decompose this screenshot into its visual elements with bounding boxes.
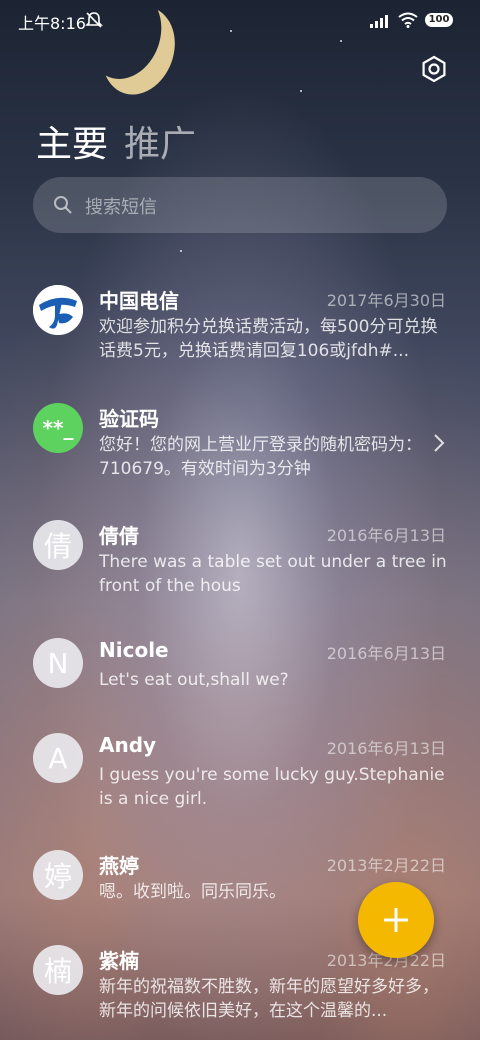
- list-item[interactable]: A Andy 2016年6月13日 I guess you're some lu…: [0, 733, 480, 813]
- message-date: 2017年6月30日: [326, 291, 446, 310]
- message-preview: 您好！您的网上营业厅登录的随机密码为：710679。有效时间为3分钟: [99, 435, 422, 479]
- message-date: 2016年6月13日: [326, 644, 446, 663]
- tab-promotions[interactable]: 推广: [124, 124, 196, 165]
- avatar: **_: [33, 403, 83, 453]
- message-date: 2016年6月13日: [326, 526, 446, 545]
- search-input[interactable]: 搜索短信: [85, 193, 157, 219]
- list-item[interactable]: N Nicole 2016年6月13日 Let's eat out,shall …: [0, 638, 480, 698]
- sender-name: 燕婷: [99, 854, 139, 878]
- signal-icon: [370, 15, 388, 28]
- list-item[interactable]: 倩 倩倩 2016年6月13日 There was a table set ou…: [0, 520, 480, 600]
- message-preview: I guess you're some lucky guy.Stephanie …: [99, 765, 445, 809]
- sender-name: 倩倩: [99, 524, 139, 548]
- avatar: 婷: [33, 850, 83, 900]
- star-decoration: [300, 90, 302, 92]
- sender-name: 验证码: [99, 407, 159, 431]
- wifi-icon: [398, 12, 418, 28]
- status-bar: 上午8:16 100: [0, 0, 480, 42]
- settings-icon[interactable]: [420, 55, 448, 83]
- tab-main[interactable]: 主要: [36, 124, 108, 165]
- avatar: N: [33, 638, 83, 688]
- avatar: A: [33, 733, 83, 783]
- plus-icon: [384, 908, 408, 932]
- avatar: 倩: [33, 520, 83, 570]
- sender-name: 中国电信: [99, 289, 179, 313]
- sender-name: 紫楠: [99, 949, 139, 973]
- avatar: 楠: [33, 945, 83, 995]
- list-item[interactable]: 中国电信 2017年6月30日 欢迎参加积分兑换话费活动，每500分可兑换话费5…: [0, 285, 480, 365]
- sender-name: Andy: [99, 733, 157, 757]
- avatar: [33, 285, 83, 335]
- list-item[interactable]: **_ 验证码 您好！您的网上营业厅登录的随机密码为：710679。有效时间为3…: [0, 403, 480, 483]
- search-bar[interactable]: 搜索短信: [33, 177, 447, 233]
- tab-bar: 主要 推广: [36, 115, 196, 167]
- new-message-button[interactable]: [358, 882, 434, 958]
- message-date: 2016年6月13日: [326, 739, 446, 758]
- message-date: 2013年2月22日: [326, 856, 446, 875]
- search-icon: [54, 196, 72, 214]
- sender-name: Nicole: [99, 638, 169, 662]
- battery-indicator: 100: [425, 13, 453, 27]
- message-preview: There was a table set out under a tree i…: [99, 552, 447, 596]
- message-preview: 新年的祝福数不胜数，新年的愿望好多好多，新年的问候依旧美好，在这个温馨的...: [99, 977, 439, 1021]
- star-decoration: [180, 250, 182, 252]
- mute-icon: [85, 12, 103, 28]
- message-preview: Let's eat out,shall we?: [99, 670, 289, 690]
- china-telecom-logo-icon: [33, 285, 83, 335]
- list-item[interactable]: 楠 紫楠 2013年2月22日 新年的祝福数不胜数，新年的愿望好多好多，新年的问…: [0, 945, 480, 1025]
- status-time: 上午8:16: [18, 14, 86, 33]
- message-preview: 欢迎参加积分兑换话费活动，每500分可兑换话费5元，兑换话费请回复106或jfd…: [99, 317, 438, 361]
